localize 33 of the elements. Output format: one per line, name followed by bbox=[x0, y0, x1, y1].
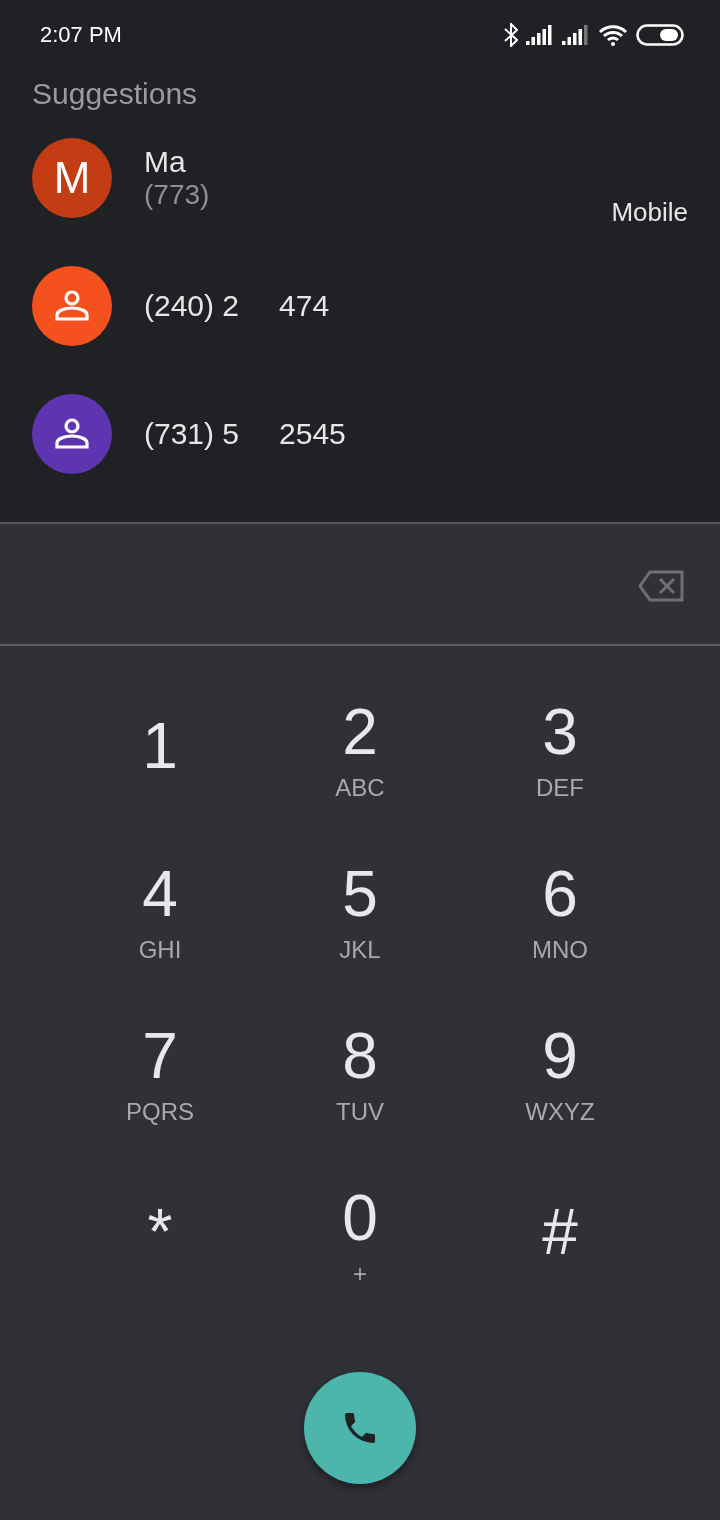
dial-key[interactable]: 9 WXYZ bbox=[460, 1000, 660, 1162]
phone-number: 2545 bbox=[279, 417, 346, 451]
backspace-icon[interactable] bbox=[638, 570, 684, 602]
avatar-initial: M bbox=[53, 153, 91, 203]
contact-row[interactable]: (240) 2 474 bbox=[0, 242, 720, 370]
dial-key[interactable]: 7 PQRS bbox=[60, 1000, 260, 1162]
wifi-icon bbox=[598, 24, 628, 46]
dial-key[interactable]: * bbox=[60, 1162, 260, 1324]
dial-key[interactable]: 0 + bbox=[260, 1162, 460, 1324]
contact-name: Ma bbox=[144, 145, 186, 179]
dial-key[interactable]: # bbox=[460, 1162, 660, 1324]
dial-key[interactable]: 2 ABC bbox=[260, 676, 460, 838]
person-icon bbox=[54, 418, 90, 450]
phone-number: (773) bbox=[144, 179, 210, 211]
phone-number: (240) 2 bbox=[144, 289, 240, 323]
phone-number: 474 bbox=[279, 289, 330, 323]
status-time: 2:07 PM bbox=[40, 22, 122, 48]
dial-key[interactable]: 6 MNO bbox=[460, 838, 660, 1000]
suggestions-heading: Suggestions bbox=[31, 76, 199, 112]
phone-number: (731) 5 bbox=[144, 417, 240, 451]
contact-row[interactable]: M Ma (773) Mobile bbox=[0, 114, 720, 242]
dial-key[interactable]: 3 DEF bbox=[460, 676, 660, 838]
dial-key[interactable]: 1 bbox=[60, 676, 260, 838]
battery-icon bbox=[636, 24, 684, 46]
signal-icon bbox=[562, 25, 590, 45]
signal-icon bbox=[526, 25, 554, 45]
number-type-label: Mobile bbox=[611, 197, 688, 228]
dial-key[interactable]: 8 TUV bbox=[260, 1000, 460, 1162]
dial-key[interactable]: 5 JKL bbox=[260, 838, 460, 1000]
dial-key[interactable]: 4 GHI bbox=[60, 838, 260, 1000]
contact-row[interactable]: (731) 5 2545 bbox=[0, 370, 720, 498]
person-icon bbox=[54, 290, 90, 322]
bluetooth-icon bbox=[504, 23, 518, 47]
